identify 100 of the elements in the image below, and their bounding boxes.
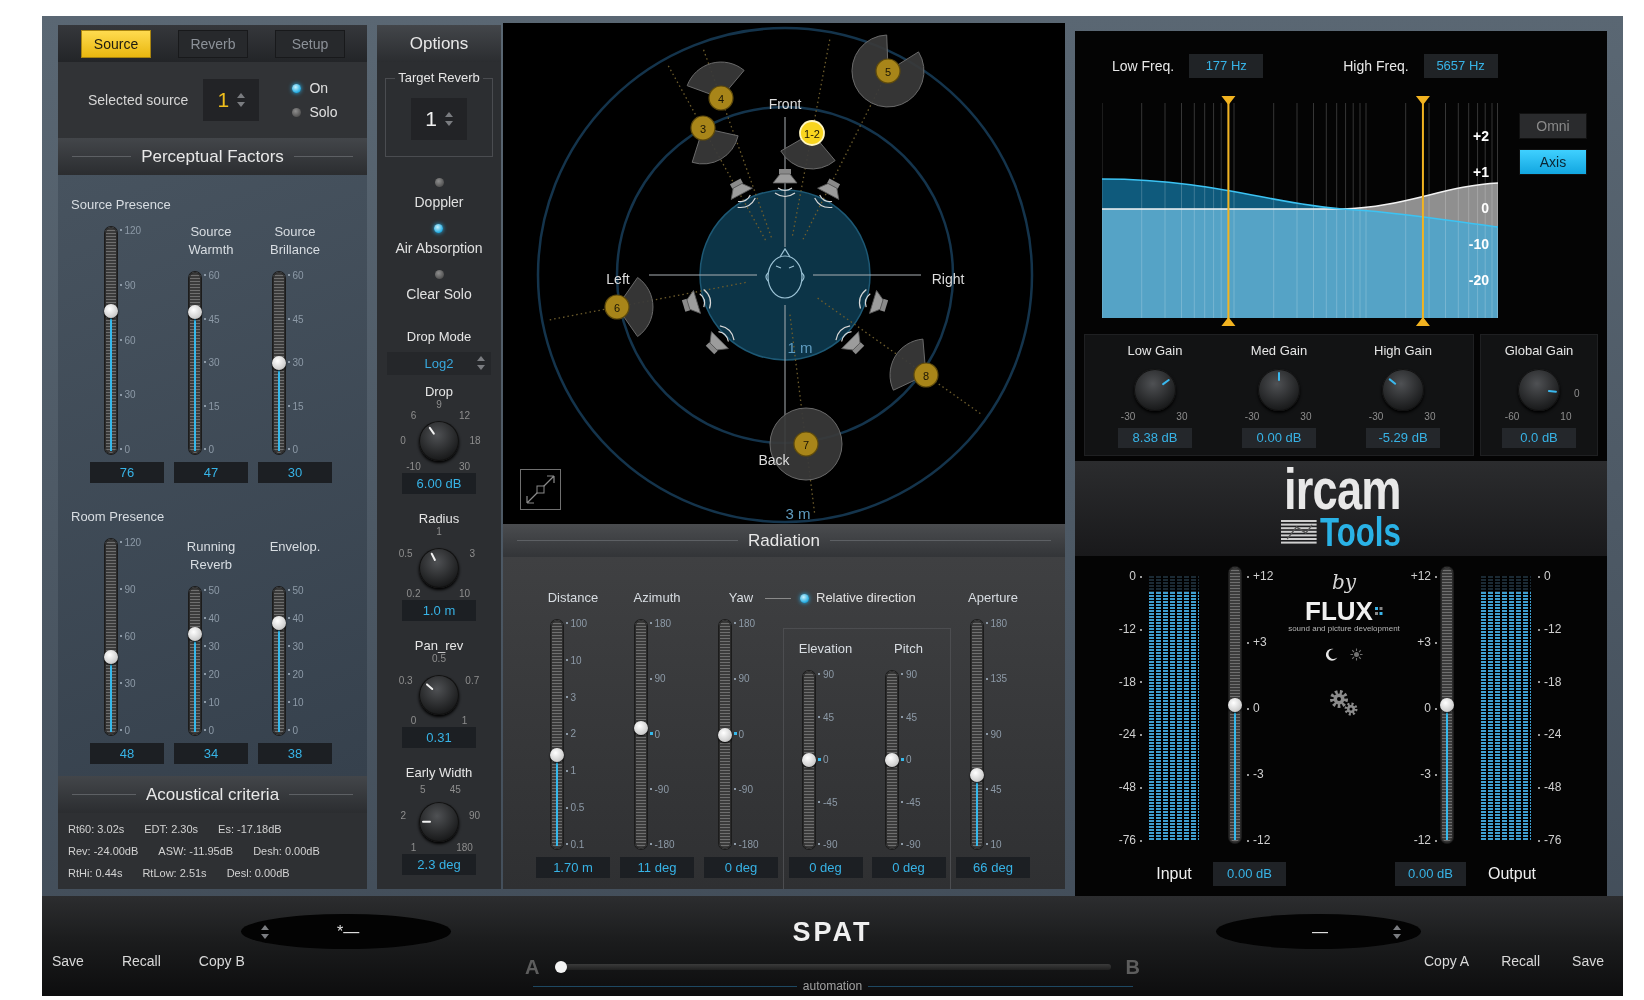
scale-label: 30	[119, 679, 150, 689]
frequency-handle[interactable]	[1221, 96, 1236, 326]
slider-thumb[interactable]	[271, 615, 286, 630]
value-readout: 1.70 m	[536, 857, 610, 878]
slider-label: Source Warmth	[187, 223, 235, 259]
slider-track[interactable]	[272, 272, 285, 454]
spinner-arrows-icon[interactable]	[237, 93, 246, 107]
scale-label: -24	[1538, 728, 1562, 741]
slider-thumb[interactable]	[549, 748, 564, 763]
scale-label: -30	[1244, 411, 1260, 422]
toggle-button[interactable]: Clear Solo	[406, 270, 472, 302]
toggle-button[interactable]: Relative direction	[800, 590, 916, 606]
preset-button[interactable]: Save	[1572, 952, 1604, 970]
slider-track[interactable]	[718, 620, 731, 849]
slider-track[interactable]	[1229, 567, 1241, 843]
toggle-button[interactable]: Air Absorption	[395, 224, 483, 256]
slider-track[interactable]	[803, 671, 815, 849]
frequency-handle[interactable]	[1415, 96, 1430, 326]
slider-thumb[interactable]	[103, 304, 118, 318]
scale-label: 0	[287, 726, 318, 736]
scale-label: 1	[436, 527, 442, 537]
gain-scale-label: -10	[1468, 236, 1489, 252]
slider-thumb[interactable]	[885, 753, 899, 767]
slider-thumb[interactable]	[103, 649, 118, 664]
preset-button[interactable]: Save	[52, 952, 84, 970]
scale-label: -3	[1420, 768, 1437, 780]
slider-track[interactable]	[272, 587, 285, 735]
slider-track[interactable]	[634, 620, 647, 849]
slider-thumb[interactable]	[633, 720, 648, 735]
scale-label: 0	[119, 445, 150, 455]
spinner-arrows-icon[interactable]	[1393, 924, 1401, 939]
slider-track[interactable]	[970, 620, 983, 849]
number-field[interactable]: 1	[203, 79, 260, 121]
expand-icon[interactable]	[520, 469, 561, 510]
gears-icon[interactable]	[1329, 689, 1359, 717]
slider-thumb[interactable]	[1440, 698, 1454, 712]
scale-label: 180	[456, 842, 473, 853]
frequency-field[interactable]: 177 Hz	[1189, 54, 1264, 78]
toggle-button[interactable]: Solo	[292, 104, 338, 120]
moon-icon[interactable]	[1325, 648, 1338, 661]
slider-track[interactable]	[188, 272, 201, 454]
slider-track[interactable]	[554, 964, 1111, 970]
slider-label: Room Presence	[71, 508, 165, 526]
preset-button[interactable]: Copy A	[1424, 952, 1470, 970]
slider-track[interactable]	[188, 587, 201, 735]
slider-thumb[interactable]	[187, 627, 202, 642]
value-readout: 0.00 dB	[1213, 862, 1286, 886]
slider-thumb[interactable]	[187, 305, 202, 320]
preset-button[interactable]: Copy B	[198, 952, 245, 970]
scale-label: 0.7	[465, 676, 480, 687]
slider-thumb[interactable]	[271, 356, 286, 370]
slider-thumb[interactable]	[802, 753, 816, 767]
scale-label: 45	[287, 314, 318, 325]
mode-button[interactable]: Omni	[1519, 113, 1587, 139]
preset-button[interactable]: Recall	[1501, 952, 1541, 970]
mode-select[interactable]: Log2	[387, 352, 491, 375]
slider-thumb[interactable]	[1228, 698, 1242, 712]
value-readout: 11 deg	[620, 857, 694, 878]
slider-track[interactable]	[104, 227, 117, 454]
mode-button[interactable]: Axis	[1519, 149, 1587, 175]
sun-icon[interactable]	[1350, 648, 1363, 661]
source-marker[interactable]: 1-2	[799, 120, 825, 146]
slider-label: Pitch	[894, 640, 923, 658]
scale-label: 15	[203, 401, 234, 412]
scale-label: 0.2	[406, 588, 421, 599]
value-readout: 0 deg	[788, 857, 863, 878]
spinner-arrows-icon[interactable]	[444, 112, 453, 126]
source-marker[interactable]: 3	[690, 115, 716, 141]
scale-label: 5	[419, 784, 426, 795]
toggle-button[interactable]: On	[292, 80, 338, 96]
source-marker[interactable]: 6	[604, 294, 630, 320]
number-field[interactable]: 1	[411, 98, 467, 140]
preset-button[interactable]: Recall	[121, 952, 161, 970]
toggle-button[interactable]: Doppler	[414, 178, 464, 210]
slider-track[interactable]	[104, 539, 117, 735]
slider-thumb[interactable]	[717, 727, 732, 742]
tab[interactable]: Source	[81, 29, 151, 58]
source-marker[interactable]: 5	[875, 58, 901, 84]
morph-label: B	[1125, 957, 1140, 977]
preset-selector[interactable]: *—	[241, 914, 451, 949]
preset-selector[interactable]: —	[1216, 914, 1421, 949]
slider-label: Elevation	[798, 640, 853, 658]
tab[interactable]: Reverb	[178, 29, 248, 58]
slider-thumb[interactable]	[969, 767, 984, 782]
spinner-arrows-icon[interactable]	[261, 924, 269, 939]
source-marker[interactable]: 8	[913, 362, 939, 388]
knob-label: Drop	[424, 383, 454, 400]
slider-track[interactable]	[1441, 567, 1453, 843]
frequency-field[interactable]: 5657 Hz	[1423, 54, 1498, 78]
source-marker[interactable]: 7	[793, 431, 819, 457]
listener-head-icon	[765, 247, 805, 299]
slider-track[interactable]	[886, 671, 898, 849]
slider-thumb[interactable]	[554, 961, 567, 973]
scale-label: 0.5	[398, 549, 413, 560]
tab[interactable]: Setup	[275, 29, 345, 58]
spinner-arrows-icon[interactable]	[477, 356, 485, 370]
scale-label: 12	[458, 410, 471, 421]
criterion-value: Es: -17.18dB	[218, 822, 282, 837]
slider-track[interactable]	[550, 620, 563, 849]
source-marker[interactable]: 4	[708, 85, 734, 111]
